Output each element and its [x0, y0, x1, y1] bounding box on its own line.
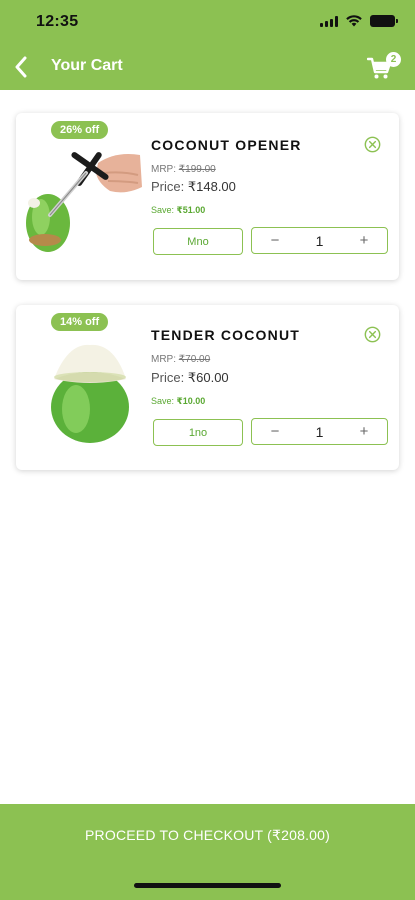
discount-badge: 26% off [51, 121, 109, 139]
back-button[interactable] [6, 52, 36, 82]
mrp-row: MRP: ₹70.00 [151, 354, 210, 365]
price-label: Price: [151, 370, 185, 385]
product-name: TENDER COCONUT [151, 327, 301, 343]
cart-button[interactable]: 2 [367, 52, 401, 82]
unit-selector[interactable]: 1no [153, 419, 243, 446]
save-row: Save: ₹51.00 [151, 205, 205, 216]
quantity-value: 1 [315, 232, 324, 249]
battery-icon [370, 15, 398, 27]
save-label: Save: [151, 205, 175, 215]
price-row: Price: ₹60.00 [151, 370, 229, 386]
price-value: ₹148.00 [187, 179, 236, 194]
discount-badge: 14% off [51, 313, 109, 331]
price-row: Price: ₹148.00 [151, 179, 236, 195]
proceed-to-checkout-button[interactable]: PROCEED TO CHECKOUT (₹208.00) [0, 804, 415, 866]
unit-selector[interactable]: Mno [153, 228, 243, 255]
app-bar: Your Cart 2 [0, 44, 415, 90]
product-name: COCONUT OPENER [151, 137, 302, 153]
status-time: 12:35 [36, 13, 79, 30]
tender-coconut-image [51, 344, 129, 443]
price-value: ₹60.00 [187, 370, 229, 385]
home-indicator[interactable] [134, 883, 281, 888]
mrp-label: MRP: [151, 354, 176, 365]
quantity-value: 1 [315, 423, 324, 440]
wifi-icon [346, 15, 362, 27]
chevron-left-icon [15, 56, 27, 78]
mrp-row: MRP: ₹199.00 [151, 164, 216, 175]
increase-quantity-button[interactable]: + [341, 419, 387, 444]
quantity-stepper: − 1 + [251, 418, 388, 445]
mrp-label: MRP: [151, 164, 176, 175]
coconut-opener-image [26, 152, 142, 252]
status-icons [320, 15, 398, 27]
mrp-value: ₹199.00 [178, 164, 216, 175]
decrease-quantity-button[interactable]: − [252, 419, 298, 444]
close-circle-icon[interactable] [364, 326, 381, 343]
cart-count-badge: 2 [386, 52, 401, 67]
quantity-stepper: − 1 + [251, 227, 388, 254]
cellular-signal-icon [320, 15, 338, 27]
save-row: Save: ₹10.00 [151, 396, 205, 407]
save-label: Save: [151, 396, 175, 406]
page-title: Your Cart [51, 57, 123, 74]
save-value: ₹51.00 [176, 205, 206, 215]
price-label: Price: [151, 179, 185, 194]
cart-item-card: 26% off COCONUT OPENER MRP: ₹199.00 Pric… [16, 113, 399, 280]
status-bar: 12:35 [0, 0, 415, 44]
close-circle-icon[interactable] [364, 136, 381, 153]
save-value: ₹10.00 [176, 396, 206, 406]
mrp-value: ₹70.00 [178, 354, 211, 365]
decrease-quantity-button[interactable]: − [252, 228, 298, 253]
increase-quantity-button[interactable]: + [341, 228, 387, 253]
cart-item-card: 14% off TENDER COCONUT MRP: ₹70.00 Price… [16, 305, 399, 470]
